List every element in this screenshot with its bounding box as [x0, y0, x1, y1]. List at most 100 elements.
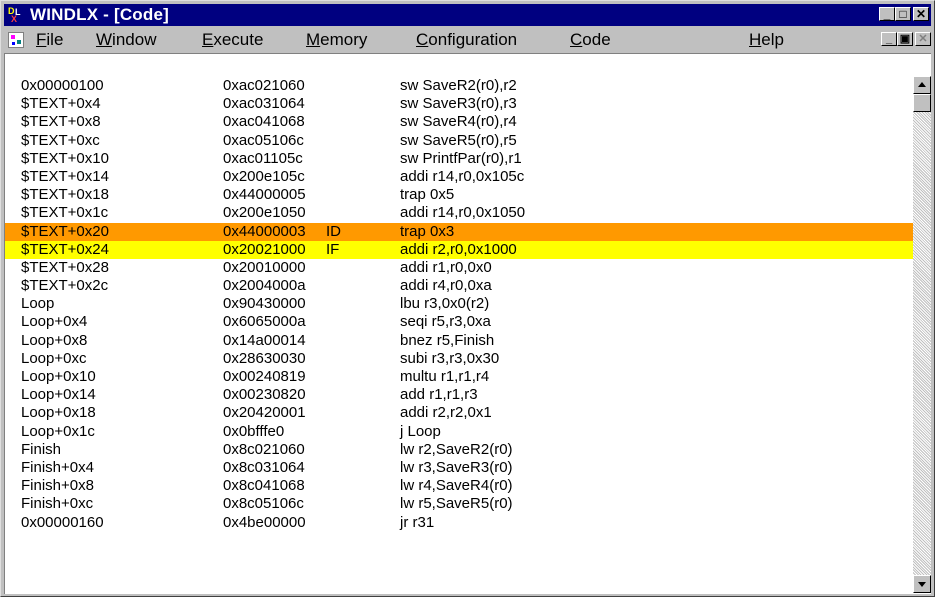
menu-execute[interactable]: Execute [202, 30, 263, 50]
address-cell: Finish+0x8 [21, 477, 94, 495]
instruction-cell: 0x200e1050 [223, 204, 306, 222]
scroll-down-button[interactable] [913, 575, 931, 593]
assembly-cell: addi r2,r0,0x1000 [400, 240, 517, 258]
assembly-cell: sw SaveR3(r0),r3 [400, 95, 517, 113]
code-row[interactable]: Loop 0x90430000 lbu r3,0x0(r2) [5, 295, 914, 313]
code-row[interactable]: Finish+0x4 0x8c031064 lw r3,SaveR3(r0) [5, 459, 914, 477]
code-row[interactable]: $TEXT+0x4 0xac031064 sw SaveR3(r0),r3 [5, 95, 914, 113]
code-view[interactable]: 0x00000100 0xac021060 sw SaveR2(r0),r2 $TEX… [4, 53, 931, 594]
pipeline-stage-label: ID [326, 222, 341, 240]
instruction-cell: 0x8c031064 [223, 458, 305, 476]
address-cell: $TEXT+0x2c [21, 277, 109, 295]
code-row[interactable]: Loop+0x1c 0x0bfffe0 j Loop [5, 423, 914, 441]
pipeline-stage-label: IF [326, 240, 340, 258]
code-row[interactable]: Finish+0xc 0x8c05106c lw r5,SaveR5(r0) [5, 495, 914, 513]
address-cell: $TEXT+0x24 [21, 240, 109, 258]
address-cell: $TEXT+0x28 [21, 258, 109, 276]
code-row[interactable]: Loop+0x14 0x00230820 add r1,r1,r3 [5, 386, 914, 404]
mdi-restore-button[interactable]: ▣ [897, 32, 913, 46]
assembly-cell: multu r1,r1,r4 [400, 368, 490, 385]
instruction-cell: 0x20010000 [223, 258, 306, 276]
address-cell: $TEXT+0x10 [21, 149, 109, 167]
address-cell: Loop+0xc [21, 349, 87, 367]
address-cell: Loop+0x4 [21, 313, 88, 331]
assembly-cell: lw r3,SaveR3(r0) [400, 458, 513, 476]
caption-buttons: _ □ ✕ [879, 7, 929, 23]
assembly-cell: sw SaveR4(r0),r4 [400, 113, 517, 131]
menu-file[interactable]: File [36, 30, 63, 50]
address-cell: Finish+0xc [21, 495, 94, 513]
instruction-cell: 0x44000003 [223, 222, 306, 240]
assembly-cell: sw SaveR2(r0),r2 [400, 77, 517, 94]
code-row[interactable]: $TEXT+0x10 0xac01105c sw PrintfPar(r0),r1 [5, 150, 914, 168]
code-row[interactable]: $TEXT+0x18 0x44000005 trap 0x5 [5, 186, 914, 204]
menu-code[interactable]: Code [570, 30, 611, 50]
vertical-scrollbar[interactable] [913, 76, 931, 593]
instruction-cell: 0x90430000 [223, 295, 306, 313]
instruction-cell: 0x2004000a [223, 277, 306, 295]
close-button[interactable]: ✕ [913, 7, 929, 21]
code-window-icon[interactable] [8, 32, 24, 48]
menu-help[interactable]: Help [749, 30, 784, 50]
address-cell: $TEXT+0x14 [21, 167, 109, 185]
assembly-cell: seqi r5,r3,0xa [400, 313, 491, 331]
minimize-button[interactable]: _ [879, 7, 895, 21]
menu-memory[interactable]: Memory [306, 30, 367, 50]
assembly-cell: lbu r3,0x0(r2) [400, 295, 490, 313]
maximize-button[interactable]: □ [895, 7, 911, 21]
address-cell: $TEXT+0x8 [21, 113, 101, 131]
instruction-cell: 0xac01105c [223, 149, 303, 167]
arrow-up-icon [918, 82, 926, 87]
instruction-cell: 0x00230820 [223, 386, 306, 404]
assembly-cell: bnez r5,Finish [400, 331, 495, 349]
code-row[interactable]: Loop+0x4 0x6065000a seqi r5,r3,0xa [5, 313, 914, 331]
assembly-cell: lw r4,SaveR4(r0) [400, 477, 513, 495]
code-row[interactable]: $TEXT+0x20 0x44000003 trap 0x3 ID [5, 222, 914, 241]
title-bar[interactable]: DLX WINDLX - [Code] _ □ ✕ [4, 4, 931, 26]
menu-configuration[interactable]: Configuration [416, 30, 517, 50]
instruction-cell: 0xac021060 [223, 77, 305, 94]
code-row[interactable]: Loop+0x10 0x00240819 multu r1,r1,r4 [5, 368, 914, 386]
assembly-cell: trap 0x3 [400, 222, 455, 240]
code-row[interactable]: $TEXT+0x1c 0x200e1050 addi r14,r0,0x1050 [5, 204, 914, 222]
code-row[interactable]: Loop+0xc 0x28630030 subi r3,r3,0x30 [5, 350, 914, 368]
mdi-minimize-button[interactable]: _ [881, 32, 897, 46]
scroll-thumb[interactable] [913, 94, 931, 112]
code-row[interactable]: Finish+0x8 0x8c041068 lw r4,SaveR4(r0) [5, 477, 914, 495]
instruction-cell: 0x44000005 [223, 186, 306, 204]
code-row[interactable]: $TEXT+0xc 0xac05106c sw SaveR5(r0),r5 [5, 132, 914, 150]
assembly-cell: jr r31 [400, 513, 435, 531]
code-row[interactable]: $TEXT+0x14 0x200e105c addi r14,r0,0x105c [5, 168, 914, 186]
instruction-cell: 0xac05106c [223, 131, 304, 149]
address-cell: Loop+0x18 [21, 404, 96, 422]
assembly-cell: subi r3,r3,0x30 [400, 349, 500, 367]
code-row[interactable]: 0x00000100 0xac021060 sw SaveR2(r0),r2 [5, 77, 914, 95]
code-row[interactable]: $TEXT+0x2c 0x2004000a addi r4,r0,0xa [5, 277, 914, 295]
address-cell: Loop+0x10 [21, 368, 96, 385]
mdi-close-button[interactable]: ✕ [915, 32, 931, 46]
address-cell: Finish+0x4 [21, 458, 94, 476]
address-cell: Loop+0x1c [21, 422, 95, 440]
assembly-cell: j Loop [400, 422, 441, 440]
instruction-cell: 0x8c05106c [223, 495, 304, 513]
code-row[interactable]: Finish 0x8c021060 lw r2,SaveR2(r0) [5, 441, 914, 459]
code-row[interactable]: Loop+0x8 0x14a00014 bnez r5,Finish [5, 332, 914, 350]
code-row[interactable]: 0x00000160 0x4be00000 jr r31 [5, 514, 914, 532]
address-cell: $TEXT+0x18 [21, 186, 109, 204]
address-cell: $TEXT+0x20 [21, 222, 109, 240]
instruction-cell: 0x00240819 [223, 368, 306, 385]
address-cell: Finish [21, 440, 62, 458]
assembly-cell: lw r5,SaveR5(r0) [400, 495, 513, 513]
scroll-up-button[interactable] [913, 76, 931, 94]
code-row[interactable]: $TEXT+0x8 0xac041068 sw SaveR4(r0),r4 [5, 113, 914, 131]
assembly-cell: sw PrintfPar(r0),r1 [400, 149, 522, 167]
arrow-down-icon [918, 582, 926, 587]
code-row[interactable]: Loop+0x18 0x20420001 addi r2,r2,0x1 [5, 404, 914, 422]
code-row[interactable]: $TEXT+0x24 0x20021000 addi r2,r0,0x1000 IF [5, 240, 914, 259]
windlx-app-icon[interactable]: DLX [8, 7, 24, 24]
address-cell: Loop [21, 295, 55, 313]
assembly-cell: addi r1,r0,0x0 [400, 258, 492, 276]
instruction-cell: 0x20420001 [223, 404, 306, 422]
code-row[interactable]: $TEXT+0x28 0x20010000 addi r1,r0,0x0 [5, 259, 914, 277]
menu-window[interactable]: Window [96, 30, 156, 50]
